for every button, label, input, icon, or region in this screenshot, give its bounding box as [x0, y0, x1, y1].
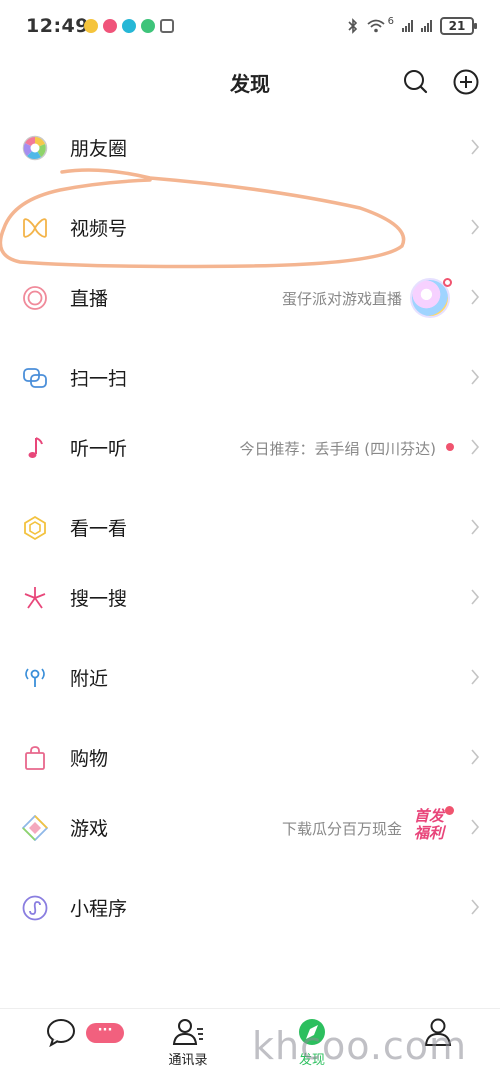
- chevron-right-icon: [471, 139, 480, 155]
- tab-label: 发现: [298, 1053, 325, 1068]
- menu-item-label: 扫一扫: [70, 368, 128, 390]
- tab-label: 通讯录: [168, 1053, 208, 1068]
- chevron-right-icon: [471, 219, 480, 235]
- person-icon: [424, 1018, 452, 1046]
- menu-item-listen[interactable]: 听一听 今日推荐：丢手绢 (四川芬达): [0, 412, 500, 482]
- menu-item-top-stories[interactable]: 看一看: [0, 492, 500, 562]
- games-promotion-text: 下载瓜分百万现金: [281, 820, 402, 838]
- chevron-right-icon: [471, 669, 480, 685]
- tab-contacts[interactable]: 通讯录: [143, 1017, 233, 1073]
- menu-item-shopping[interactable]: 购物: [0, 722, 500, 792]
- chat-bubble-icon: [47, 1019, 75, 1047]
- top-stories-icon: [24, 515, 46, 541]
- channels-butterfly-icon: [23, 218, 47, 238]
- status-time: 12:49: [26, 15, 89, 37]
- games-promo-badge: 首发 福利: [413, 807, 444, 842]
- menu-item-games[interactable]: 游戏 下载瓜分百万现金 首发 福利: [0, 792, 500, 862]
- unread-dot: [446, 443, 454, 451]
- menu-item-label: 看一看: [70, 518, 128, 540]
- mini-program-icon: [22, 895, 48, 921]
- nearby-pin-icon: [25, 668, 45, 687]
- live-badge-dot: [443, 278, 452, 287]
- menu-item-channels[interactable]: 视频号: [0, 192, 500, 262]
- status-indicators: 6 21: [348, 15, 477, 35]
- tab-me[interactable]: [393, 1017, 483, 1073]
- unread-dot: [445, 806, 454, 815]
- chevron-right-icon: [471, 369, 480, 385]
- app-notification-icon: [122, 19, 136, 33]
- add-button[interactable]: [452, 68, 480, 96]
- chevron-right-icon: [471, 289, 480, 305]
- menu-item-nearby[interactable]: 附近: [0, 642, 500, 712]
- app-notification-icon: [141, 19, 155, 33]
- search-button[interactable]: [402, 68, 430, 96]
- menu-item-label: 小程序: [70, 898, 128, 920]
- moments-aperture-icon: [22, 135, 48, 161]
- wifi-icon: [367, 19, 385, 33]
- scan-icon: [23, 368, 47, 388]
- chevron-right-icon: [471, 819, 480, 835]
- games-diamond-icon: [22, 815, 48, 841]
- contacts-icon: [172, 1019, 203, 1045]
- top-bar: 发现: [0, 56, 500, 108]
- unread-badge: ···: [86, 1023, 124, 1043]
- listen-recommendation: 今日推荐：丢手绢 (四川芬达): [239, 440, 436, 458]
- battery-indicator: 21: [440, 17, 477, 35]
- network-generation: 6: [387, 15, 394, 27]
- shopping-bag-icon: [25, 746, 45, 770]
- nfc-icon: [160, 19, 174, 33]
- menu-item-label: 视频号: [70, 218, 128, 240]
- menu-item-label: 购物: [70, 748, 109, 770]
- menu-item-label: 搜一搜: [70, 588, 128, 610]
- app-notification-icon: [103, 19, 117, 33]
- signal-icon: [402, 20, 413, 32]
- menu-item-moments[interactable]: 朋友圈: [0, 112, 500, 182]
- compass-icon: [299, 1019, 325, 1045]
- chevron-right-icon: [471, 589, 480, 605]
- menu-item-scan[interactable]: 扫一扫: [0, 342, 500, 412]
- menu-item-live[interactable]: 直播 蛋仔派对游戏直播: [0, 262, 500, 332]
- status-notification-icons: [84, 19, 174, 33]
- tab-discover[interactable]: 发现: [267, 1017, 357, 1073]
- app-notification-icon: [84, 19, 98, 33]
- live-recommendation: 蛋仔派对游戏直播: [281, 290, 402, 308]
- menu-item-label: 附近: [70, 668, 109, 690]
- chevron-right-icon: [471, 439, 480, 455]
- signal-icon: [421, 20, 432, 32]
- menu-item-label: 直播: [70, 288, 109, 310]
- search-icon: [404, 70, 428, 94]
- menu-item-label: 游戏: [70, 818, 109, 840]
- tab-chats[interactable]: ···: [18, 1017, 124, 1073]
- bluetooth-icon: [348, 18, 357, 34]
- chevron-right-icon: [471, 519, 480, 535]
- search-star-icon: [24, 587, 46, 609]
- plus-circle-icon: [453, 69, 479, 95]
- chevron-right-icon: [471, 749, 480, 765]
- music-note-icon: [28, 437, 43, 458]
- menu-item-label: 朋友圈: [70, 138, 128, 160]
- chevron-right-icon: [471, 899, 480, 915]
- status-bar: 12:49 6 21: [0, 0, 500, 56]
- live-rings-icon: [23, 286, 47, 310]
- discover-menu: 朋友圈 视频号 直播 蛋仔派对游戏直播 扫一扫 听一听 今日推荐：丢手绢 (四川…: [0, 112, 500, 942]
- bottom-tab-bar: ··· 通讯录 发现: [0, 1008, 500, 1074]
- menu-item-search[interactable]: 搜一搜: [0, 562, 500, 632]
- menu-item-mini-programs[interactable]: 小程序: [0, 872, 500, 942]
- menu-item-label: 听一听: [70, 438, 128, 460]
